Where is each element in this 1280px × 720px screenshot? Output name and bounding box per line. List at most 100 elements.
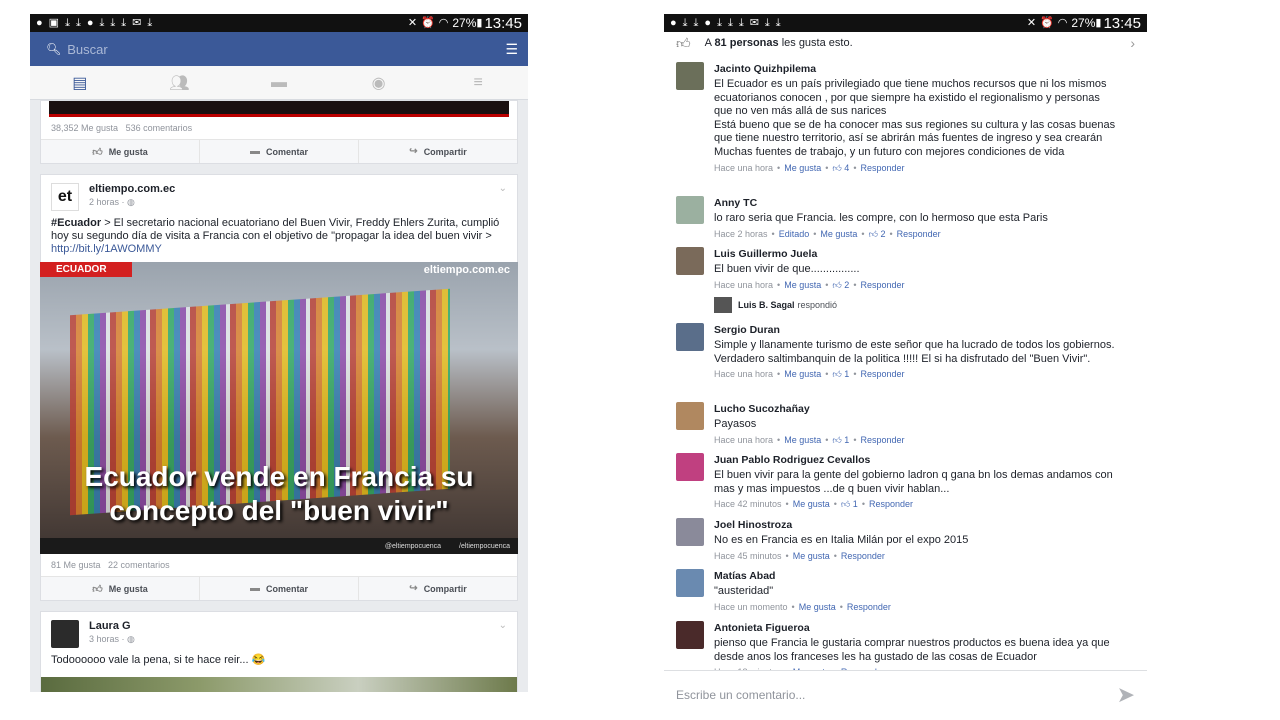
- tab-news-feed[interactable]: ▤: [30, 66, 130, 99]
- comments-count[interactable]: 22 comentarios: [108, 560, 170, 570]
- comment-like-count[interactable]: 2: [844, 280, 849, 290]
- like-comment-button[interactable]: Me gusta: [784, 280, 821, 290]
- tab-menu[interactable]: ≡: [428, 66, 528, 99]
- comment-author[interactable]: Jacinto Quizhpilema: [714, 62, 1121, 76]
- reply-button[interactable]: Responder: [860, 163, 904, 173]
- avatar[interactable]: [676, 453, 704, 481]
- search-bar[interactable]: 🔍︎ Buscar ☰: [30, 32, 528, 66]
- reply-button[interactable]: Responder: [860, 369, 904, 379]
- comment-author[interactable]: Matías Abad: [714, 569, 1121, 583]
- comment-button[interactable]: ▬ Comentar: [200, 140, 359, 163]
- comment-time: Hace una hora: [714, 434, 774, 445]
- comment-like-count[interactable]: 1: [853, 499, 858, 509]
- like-button[interactable]: 👍︎ Me gusta: [41, 577, 200, 600]
- like-comment-button[interactable]: Me gusta: [784, 163, 821, 173]
- avatar[interactable]: [676, 621, 704, 649]
- mail-icon: ✉: [132, 16, 142, 29]
- comment-like-count[interactable]: 1: [844, 369, 849, 379]
- reply-button[interactable]: Responder: [869, 499, 913, 509]
- separator-dot: •: [785, 499, 789, 510]
- avatar[interactable]: [676, 323, 704, 351]
- comment-button[interactable]: ▬ Comentar: [200, 577, 359, 600]
- comment-time: Hace una hora: [714, 369, 774, 380]
- avatar[interactable]: [676, 62, 704, 90]
- comment-body: Juan Pablo Rodriguez Cevallos El buen viv…: [714, 453, 1135, 510]
- post-body: > El secretario nacional ecuatoriano del…: [51, 217, 500, 242]
- reply-button[interactable]: Responder: [860, 435, 904, 445]
- comments-count[interactable]: 536 comentarios: [126, 123, 193, 133]
- comment-like-count[interactable]: 4: [844, 163, 849, 173]
- separator-dot: •: [825, 162, 829, 173]
- tab-messages[interactable]: ▬: [229, 66, 329, 99]
- reply-author[interactable]: Luis B. Sagal: [738, 300, 795, 310]
- comment-author[interactable]: Juan Pablo Rodriguez Cevallos: [714, 453, 1121, 467]
- post-author[interactable]: eltiempo.com.ec: [89, 183, 175, 195]
- comment-composer[interactable]: Escribe un comentario... ➤: [664, 670, 1147, 718]
- post-image[interactable]: [41, 677, 517, 692]
- chevron-down-icon[interactable]: ⌄: [499, 183, 507, 211]
- separator-dot: •: [785, 550, 789, 561]
- chevron-down-icon[interactable]: ⌄: [499, 620, 507, 648]
- avatar[interactable]: et: [51, 183, 79, 211]
- post-image[interactable]: ECUADOR eltiempo.com.ec Ecuador vende en…: [40, 262, 518, 554]
- like-button[interactable]: 👍︎ Me gusta: [41, 140, 200, 163]
- search-icon: 🔍︎: [46, 42, 62, 56]
- reply-summary[interactable]: Luis B. Sagal respondió: [714, 296, 1121, 313]
- separator-dot: •: [777, 369, 781, 380]
- post-actions: 👍︎ Me gusta ▬ Comentar ↪ Compartir: [41, 576, 517, 600]
- comment-like-count[interactable]: 1: [844, 435, 849, 445]
- likes-count[interactable]: 38,352 Me gusta: [51, 123, 118, 133]
- notification-icons: ● ⤓ ⤓ ● ⤓ ⤓ ⤓ ✉ ⤓ ⤓: [670, 17, 781, 29]
- post-author[interactable]: Laura G: [89, 620, 135, 632]
- chevron-right-icon[interactable]: ›: [1130, 35, 1135, 51]
- comment-author[interactable]: Antonieta Figueroa: [714, 621, 1121, 635]
- comment-text: Simple y llanamente turismo de este seño…: [714, 339, 1115, 365]
- like-comment-button[interactable]: Me gusta: [793, 551, 830, 561]
- menu-icon: ≡: [473, 73, 483, 91]
- like-comment-button[interactable]: Me gusta: [793, 499, 830, 509]
- avatar[interactable]: [676, 569, 704, 597]
- reply-button[interactable]: Responder: [841, 551, 885, 561]
- comment-body: Matías Abad "austeridad" Hace un momento • M…: [714, 569, 1135, 613]
- comment-input[interactable]: Escribe un comentario...: [676, 688, 1117, 702]
- thumbs-up-icon: 👍︎: [832, 279, 845, 290]
- search-input[interactable]: Buscar: [67, 42, 107, 57]
- like-comment-button[interactable]: Me gusta: [820, 229, 857, 239]
- comment-author[interactable]: Joel Hinostroza: [714, 518, 1121, 532]
- avatar[interactable]: [676, 196, 704, 224]
- tab-friends[interactable]: 👥︎: [130, 66, 230, 99]
- likes-count[interactable]: 81 Me gusta: [51, 560, 101, 570]
- avatar[interactable]: [51, 620, 79, 648]
- comment-meta: Hace una hora • Me gusta • 👍︎ 2 • Responder: [714, 279, 1121, 291]
- spotify-icon: ●: [86, 16, 94, 29]
- comment-like-count[interactable]: 2: [880, 229, 885, 239]
- send-icon[interactable]: ➤: [1117, 682, 1135, 708]
- tab-notifications[interactable]: ◉: [329, 66, 429, 99]
- avatar[interactable]: [676, 402, 704, 430]
- share-button[interactable]: ↪ Compartir: [359, 577, 517, 600]
- separator-dot: •: [839, 601, 843, 612]
- reply-button[interactable]: Responder: [847, 602, 891, 612]
- comment: Matías Abad "austeridad" Hace un momento • M…: [664, 569, 1147, 613]
- reply-button[interactable]: Responder: [860, 280, 904, 290]
- comment-author[interactable]: Luis Guillermo Juela: [714, 247, 1121, 261]
- comment-author[interactable]: Sergio Duran: [714, 323, 1121, 337]
- like-comment-button[interactable]: Me gusta: [784, 435, 821, 445]
- likes-summary[interactable]: 👍︎ A 81 personas les gusta esto. ›: [664, 32, 1147, 54]
- share-button[interactable]: ↪ Compartir: [359, 140, 517, 163]
- post-card: Laura G 3 horas · ◍ ⌄ Todoooooo vale la …: [40, 611, 518, 692]
- thumbs-up-icon: 👍︎: [832, 434, 845, 445]
- like-comment-button[interactable]: Me gusta: [799, 602, 836, 612]
- like-comment-button[interactable]: Me gusta: [784, 369, 821, 379]
- hashtag[interactable]: #Ecuador: [51, 217, 101, 229]
- avatar[interactable]: [676, 247, 704, 275]
- friend-requests-icon[interactable]: ☰: [505, 41, 518, 58]
- post-time: 3 horas · ◍: [89, 634, 135, 644]
- comment-author[interactable]: Anny TC: [714, 196, 1121, 210]
- reply-button[interactable]: Responder: [897, 229, 941, 239]
- avatar[interactable]: [676, 518, 704, 546]
- post-link[interactable]: http://bit.ly/1AWOMMY: [51, 243, 162, 255]
- edited-link[interactable]: Editado: [779, 229, 810, 239]
- download-icon: ⤓: [147, 16, 153, 29]
- comment-author[interactable]: Lucho Sucozhañay: [714, 402, 1121, 416]
